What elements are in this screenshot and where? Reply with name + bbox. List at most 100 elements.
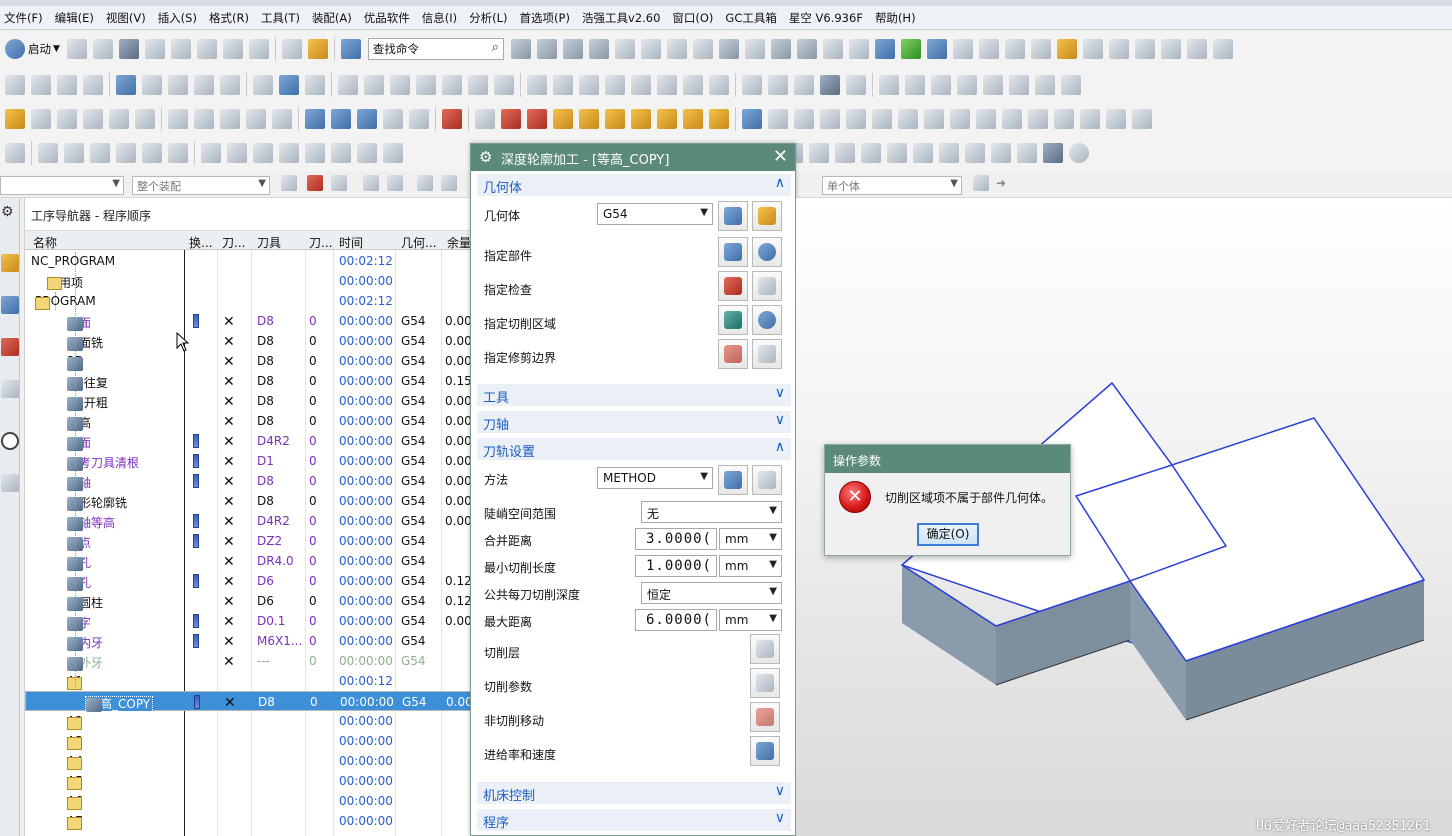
wcs-icon[interactable] bbox=[442, 109, 462, 129]
holder-icon[interactable] bbox=[64, 143, 84, 163]
operation-row[interactable]: 爬面 ✕ D4R2 0 00:00:00 G54 0.00 bbox=[25, 431, 470, 451]
verify-icon[interactable] bbox=[305, 75, 325, 95]
snap-box-icon[interactable] bbox=[441, 175, 457, 191]
create-tool-icon[interactable] bbox=[31, 75, 51, 95]
menu-assembly[interactable]: 装配(A) bbox=[312, 10, 352, 26]
arrow-left-icon[interactable] bbox=[957, 75, 977, 95]
select-check-button[interactable] bbox=[718, 271, 748, 301]
section-tool-axis[interactable]: 刀轴 ∨ bbox=[477, 411, 791, 433]
create-method-icon[interactable] bbox=[83, 75, 103, 95]
filter-icon[interactable] bbox=[281, 175, 297, 191]
part-navigator-icon[interactable] bbox=[1, 338, 19, 356]
layers-blue-icon[interactable] bbox=[305, 109, 325, 129]
list-lines-icon[interactable] bbox=[142, 143, 162, 163]
level-6-icon[interactable] bbox=[683, 109, 703, 129]
printer-icon[interactable] bbox=[846, 75, 866, 95]
calculator-2-icon[interactable] bbox=[1043, 143, 1063, 163]
find-icon[interactable] bbox=[794, 75, 814, 95]
box-icon[interactable] bbox=[718, 39, 739, 59]
weight-icon[interactable] bbox=[848, 39, 869, 59]
pin-icon[interactable] bbox=[1186, 39, 1207, 59]
operation-row[interactable]: 铣圆柱 ✕ D6 0 00:00:00 G54 0.12 bbox=[25, 591, 470, 611]
edit-path-icon[interactable] bbox=[390, 75, 410, 95]
common-depth-select[interactable]: 恒定 ▼ bbox=[641, 582, 782, 604]
show-check-button[interactable] bbox=[752, 271, 782, 301]
group-row[interactable]: A100:00:12 bbox=[25, 671, 470, 691]
snap-3-icon[interactable] bbox=[363, 175, 379, 191]
level-4-icon[interactable] bbox=[631, 109, 651, 129]
contour-icon[interactable] bbox=[220, 109, 240, 129]
print-icon[interactable] bbox=[144, 39, 165, 59]
tube-icon[interactable] bbox=[1082, 39, 1103, 59]
delete-icon[interactable] bbox=[248, 39, 269, 59]
swap-icon[interactable] bbox=[1054, 109, 1074, 129]
arrow-right-icon[interactable] bbox=[983, 75, 1003, 95]
compare-icon[interactable] bbox=[1017, 143, 1037, 163]
col-path[interactable]: 刀... bbox=[222, 234, 250, 251]
section-program[interactable]: 程序 ∨ bbox=[477, 809, 791, 831]
surface-icon[interactable] bbox=[1108, 39, 1129, 59]
branch-icon[interactable] bbox=[1132, 109, 1152, 129]
nx-logo-icon[interactable] bbox=[5, 39, 25, 59]
ok-button[interactable]: 确定(O) bbox=[917, 523, 979, 546]
group-row[interactable]: ✔A4 00:00:00 bbox=[25, 751, 470, 772]
pin-2-icon[interactable] bbox=[383, 143, 403, 163]
layers-outline-icon[interactable] bbox=[383, 109, 403, 129]
cut-icon[interactable] bbox=[170, 39, 191, 59]
pages-icon[interactable] bbox=[950, 109, 970, 129]
constraint-navigator-icon[interactable] bbox=[1, 380, 19, 398]
window-icon[interactable] bbox=[631, 75, 651, 95]
cylinder-icon[interactable] bbox=[770, 39, 791, 59]
menu-haoqiang[interactable]: 浩强工具v2.60 bbox=[582, 10, 660, 26]
prt-icon[interactable] bbox=[926, 39, 947, 59]
section-tool[interactable]: 工具 ∨ bbox=[477, 384, 791, 406]
list-path-icon[interactable] bbox=[416, 75, 436, 95]
stamp-icon[interactable] bbox=[794, 109, 814, 129]
area-mill-icon[interactable] bbox=[246, 109, 266, 129]
table-grid-icon[interactable] bbox=[116, 143, 136, 163]
method-view-icon[interactable] bbox=[194, 75, 214, 95]
snap-4-icon[interactable] bbox=[387, 175, 403, 191]
operation-row[interactable]: 3D开粗 ✕ D8 0 00:00:00 G54 0.00 bbox=[25, 391, 470, 411]
section-path-settings[interactable]: 刀轨设置 ∧ bbox=[477, 438, 791, 460]
point-icon[interactable] bbox=[666, 39, 687, 59]
mesh-icon[interactable] bbox=[614, 39, 635, 59]
operation-row[interactable]: 多轴等高 ✕ D4R2 0 00:00:00 G54 0.00 bbox=[25, 511, 470, 531]
tag-icon[interactable] bbox=[57, 109, 77, 129]
menu-insert[interactable]: 插入(S) bbox=[158, 10, 197, 26]
pnc-icon[interactable] bbox=[742, 109, 762, 129]
bear-icon[interactable] bbox=[924, 109, 944, 129]
operation-row[interactable]: 参考刀具清根 ✕ D1 0 00:00:00 G54 0.00 bbox=[25, 451, 470, 471]
refresh-icon[interactable] bbox=[991, 143, 1011, 163]
tree-list-icon[interactable] bbox=[135, 109, 155, 129]
gold-boxes-icon[interactable] bbox=[1056, 39, 1077, 59]
operation-row[interactable]: 等高 ✕ D8 0 00:00:00 G54 0.00 bbox=[25, 411, 470, 431]
arrow-down-red-icon[interactable] bbox=[527, 109, 547, 129]
start-button[interactable]: 启动 bbox=[28, 41, 51, 57]
doc-info-icon[interactable] bbox=[5, 143, 25, 163]
edge-icon[interactable] bbox=[744, 39, 765, 59]
level-5-icon[interactable] bbox=[657, 109, 677, 129]
settings-gear-icon[interactable]: ⚙ bbox=[479, 148, 492, 166]
lines-icon[interactable] bbox=[872, 109, 892, 129]
doc-blank-icon[interactable] bbox=[861, 143, 881, 163]
machine-tool-view-icon[interactable] bbox=[142, 75, 162, 95]
flowcut-icon[interactable] bbox=[272, 109, 292, 129]
layers-dark-icon[interactable] bbox=[357, 109, 377, 129]
operation-row[interactable]: 钻孔 ✕ DR4.0 0 00:00:00 G54 bbox=[25, 551, 470, 571]
col-tool-number[interactable]: 刀... bbox=[309, 234, 333, 251]
doc-icon[interactable] bbox=[279, 75, 299, 95]
gears-icon[interactable] bbox=[898, 109, 918, 129]
moon-icon[interactable] bbox=[683, 75, 703, 95]
menu-xingkong[interactable]: 星空 V6.936F bbox=[789, 10, 863, 26]
window-cascade-icon[interactable] bbox=[768, 75, 788, 95]
new-geometry-button[interactable] bbox=[718, 201, 748, 231]
pen-icon[interactable] bbox=[1009, 75, 1029, 95]
lock-path-icon[interactable] bbox=[468, 75, 488, 95]
method-select[interactable]: METHOD ▼ bbox=[597, 467, 713, 489]
brush-icon[interactable] bbox=[835, 143, 855, 163]
settings-gear-icon[interactable]: ⚙ bbox=[1, 204, 19, 222]
feeds-speeds-button[interactable] bbox=[750, 736, 780, 766]
calculator-icon[interactable] bbox=[657, 75, 677, 95]
min-cut-length-input[interactable]: 1.0000( bbox=[635, 555, 717, 577]
